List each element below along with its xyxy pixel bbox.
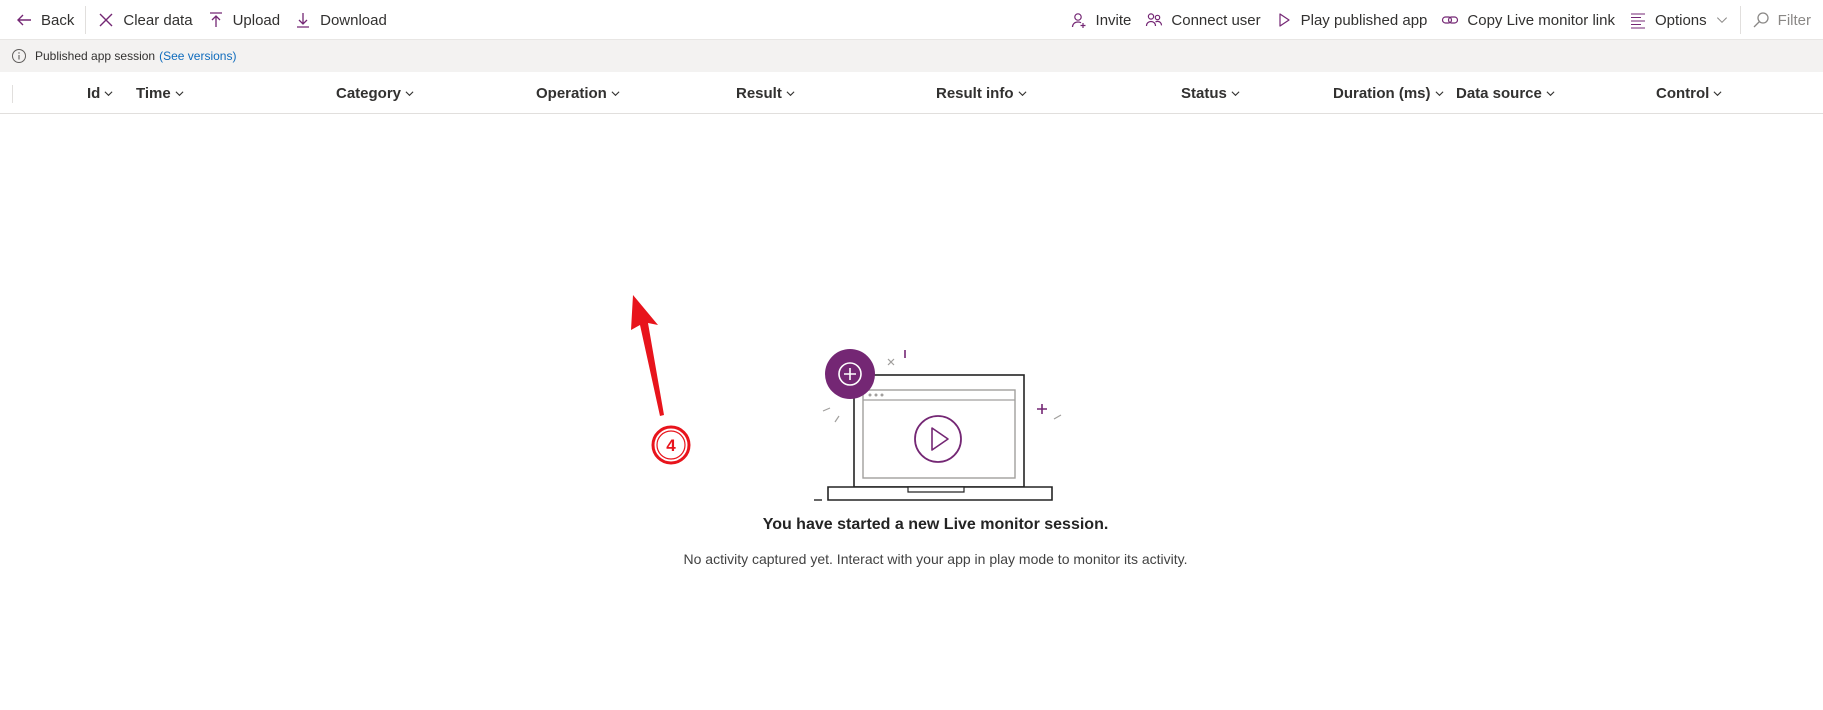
command-bar-left: Back Clear data Upload Download	[8, 0, 394, 40]
info-icon	[12, 49, 26, 63]
column-header-result[interactable]: Result	[736, 73, 795, 114]
clear-data-label: Clear data	[123, 11, 193, 29]
connect-user-button[interactable]: Connect user	[1138, 0, 1267, 40]
filter-button[interactable]: Filter	[1745, 0, 1823, 40]
empty-state-description: No activity captured yet. Interact with …	[683, 551, 1188, 567]
column-header-label: Id	[87, 85, 101, 102]
column-header-label: Data source	[1456, 85, 1542, 102]
arrow-left-icon	[17, 14, 31, 26]
play-published-app-button[interactable]: Play published app	[1268, 0, 1435, 40]
chevron-down-icon	[104, 91, 113, 97]
session-type-text: Published app session	[35, 49, 156, 63]
play-icon	[1279, 13, 1290, 27]
column-header-label: Duration (ms)	[1333, 85, 1431, 102]
session-info-bar: Published app session (See versions)	[0, 40, 1823, 72]
upload-label: Upload	[232, 11, 281, 29]
download-icon	[297, 13, 310, 28]
chevron-down-icon	[1435, 91, 1443, 97]
column-header-label: Operation	[536, 85, 607, 102]
command-bar-right: Invite Connect user Play published app C…	[1063, 0, 1823, 40]
search-icon	[1753, 12, 1769, 28]
play-published-app-label: Play published app	[1300, 11, 1428, 29]
column-header-id[interactable]: Id	[87, 73, 113, 114]
invite-button[interactable]: Invite	[1063, 0, 1139, 40]
download-label: Download	[320, 11, 387, 29]
chevron-down-icon	[1018, 91, 1026, 97]
step-annotation: 4	[631, 295, 691, 465]
chevron-down-icon	[1716, 17, 1727, 24]
invite-label: Invite	[1095, 11, 1132, 29]
annotation-arrow	[631, 295, 664, 416]
column-header-time[interactable]: Time	[136, 73, 184, 114]
column-header-control[interactable]: Control	[1656, 73, 1722, 114]
column-header-data-source[interactable]: Data source	[1456, 73, 1555, 114]
chevron-down-icon	[611, 91, 620, 97]
download-button[interactable]: Download	[287, 0, 394, 40]
clear-data-button[interactable]: Clear data	[90, 0, 199, 40]
text-align-icon	[1630, 13, 1645, 29]
back-button[interactable]: Back	[8, 0, 81, 40]
column-header-duration[interactable]: Duration (ms)	[1333, 73, 1444, 114]
chevron-down-icon	[405, 91, 414, 97]
link-icon	[1442, 16, 1459, 24]
copy-live-monitor-link-button[interactable]: Copy Live monitor link	[1434, 0, 1622, 40]
filter-label: Filter	[1777, 11, 1811, 29]
column-header-result-info[interactable]: Result info	[936, 73, 1027, 114]
options-label: Options	[1654, 11, 1707, 29]
options-button[interactable]: Options	[1622, 0, 1736, 40]
x-icon	[99, 13, 113, 27]
back-label: Back	[41, 11, 75, 29]
chevron-down-icon	[1713, 91, 1722, 97]
column-header-status[interactable]: Status	[1181, 73, 1240, 114]
connect-user-label: Connect user	[1171, 11, 1261, 29]
upload-icon	[209, 12, 222, 27]
person-add-icon	[1071, 13, 1086, 28]
chevron-down-icon	[1231, 91, 1240, 97]
column-header-label: Control	[1656, 85, 1710, 102]
people-icon	[1146, 13, 1163, 27]
copy-live-monitor-link-label: Copy Live monitor link	[1467, 11, 1615, 29]
column-header-category[interactable]: Category	[336, 73, 414, 114]
column-header-row: Id Time Category Operation Result Result…	[0, 73, 1823, 114]
chevron-down-icon	[1546, 91, 1555, 97]
see-versions-link[interactable]: (See versions)	[159, 49, 236, 63]
column-header-label: Category	[336, 85, 402, 102]
column-header-label: Result	[736, 85, 782, 102]
chevron-down-icon	[786, 91, 795, 97]
column-header-label: Result info	[936, 85, 1014, 102]
column-divider	[12, 85, 13, 103]
column-header-label: Status	[1181, 85, 1227, 102]
laptop-illustration	[814, 349, 1062, 501]
step-number: 4	[666, 436, 676, 455]
column-header-label: Time	[136, 85, 171, 102]
command-bar: Back Clear data Upload Download Invite C…	[0, 0, 1823, 40]
chevron-down-icon	[175, 91, 184, 97]
divider	[85, 6, 87, 34]
empty-state-title: You have started a new Live monitor sess…	[762, 516, 1109, 533]
divider	[1739, 6, 1741, 34]
upload-button[interactable]: Upload	[200, 0, 288, 40]
column-header-operation[interactable]: Operation	[536, 73, 620, 114]
